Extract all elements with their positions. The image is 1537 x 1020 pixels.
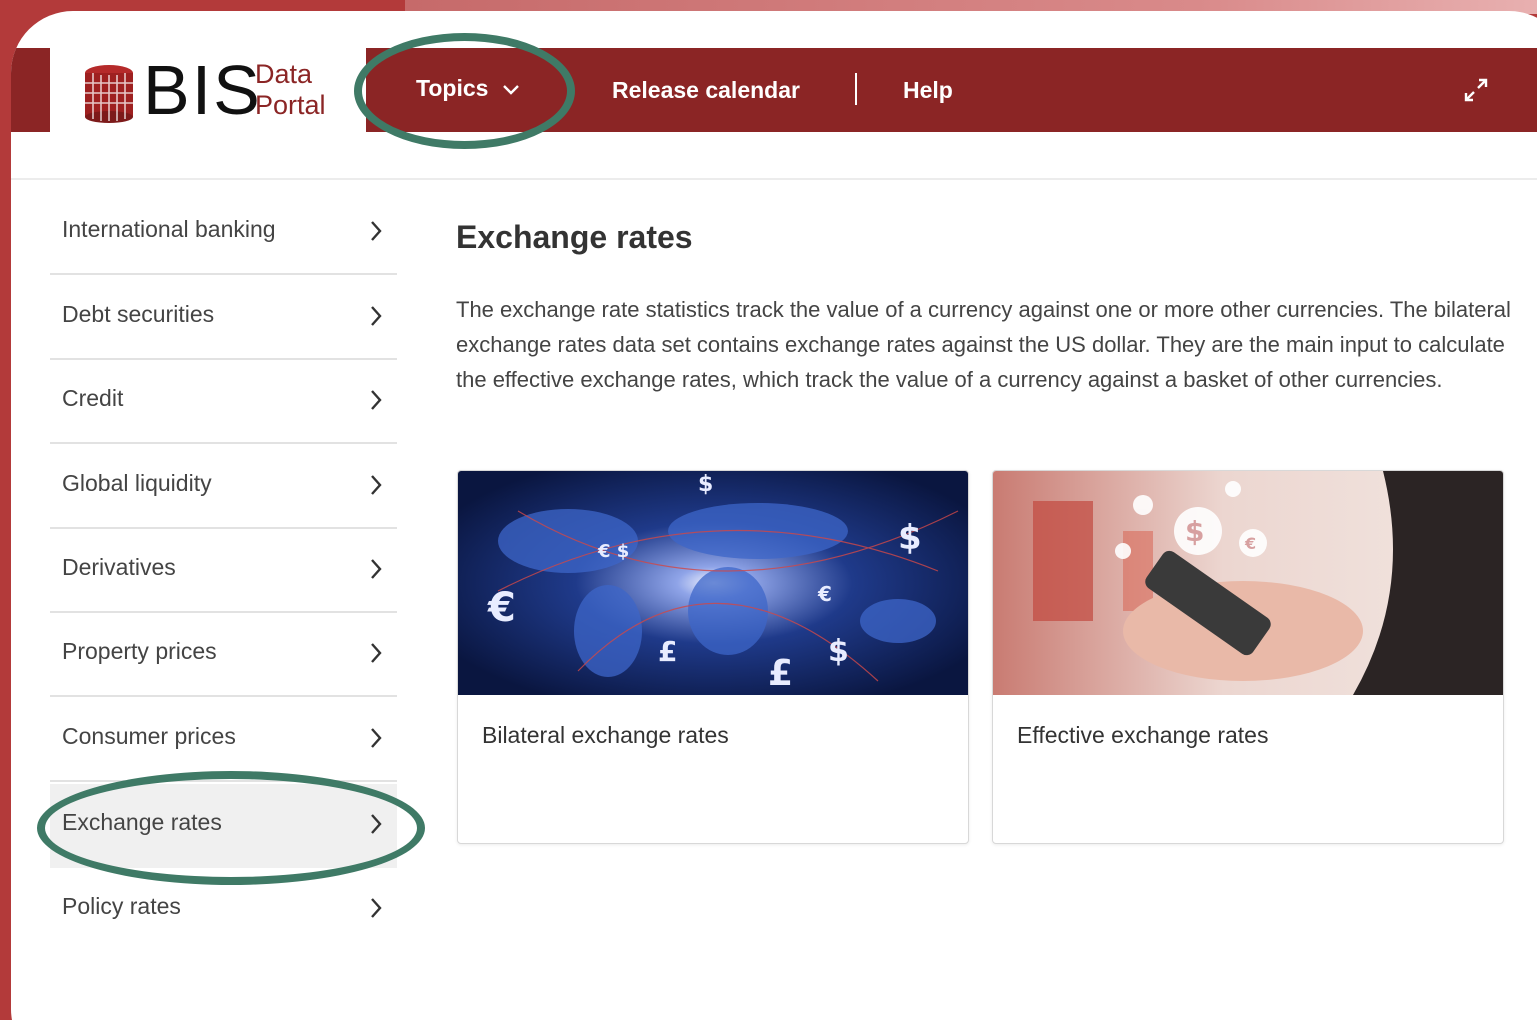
sidebar-item-property-prices[interactable]: Property prices (50, 613, 397, 697)
sidebar-item-global-liquidity[interactable]: Global liquidity (50, 445, 397, 529)
nav-help-link[interactable]: Help (903, 75, 953, 105)
sidebar-item-label: International banking (62, 216, 276, 242)
svg-text:£: £ (658, 635, 677, 668)
page-title: Exchange rates (456, 219, 693, 255)
svg-text:€: € (817, 582, 832, 606)
sidebar-item-derivatives[interactable]: Derivatives (50, 529, 397, 613)
sidebar-item-label: Global liquidity (62, 470, 212, 496)
svg-text:$: $ (1185, 515, 1204, 548)
svg-text:€ $: € $ (597, 541, 629, 562)
nav-separator (855, 73, 857, 105)
sidebar-item-label: Credit (62, 385, 124, 411)
sidebar-item-label: Policy rates (62, 893, 181, 919)
effective-exchange-rates-tile[interactable]: $ € Effective exchange rates (992, 470, 1504, 844)
svg-text:$: $ (698, 472, 713, 497)
sidebar-item-label: Derivatives (62, 554, 176, 580)
nav-release-calendar-link[interactable]: Release calendar (612, 75, 800, 105)
sidebar-item-consumer-prices[interactable]: Consumer prices (50, 698, 397, 782)
chevron-right-icon (371, 475, 382, 495)
chevron-right-icon (371, 390, 382, 410)
chevron-right-icon (371, 559, 382, 579)
svg-text:$: $ (828, 634, 849, 669)
exchange-rates-highlight-ring (37, 771, 425, 885)
chevron-right-icon (371, 643, 382, 663)
chevron-right-icon (371, 898, 382, 918)
sidebar-item-label: Property prices (62, 638, 217, 664)
bis-logo-icon (85, 65, 133, 123)
sidebar-item-label: Debt securities (62, 301, 215, 327)
page-description: The exchange rate statistics track the v… (456, 297, 1511, 392)
svg-text:£: £ (768, 653, 793, 694)
expand-icon[interactable] (1463, 77, 1489, 103)
tile-label: Effective exchange rates (1017, 722, 1269, 748)
sidebar-item-debt-securities[interactable]: Debt securities (50, 276, 397, 360)
topics-highlight-ring (354, 33, 575, 149)
svg-text:€: € (1244, 534, 1256, 553)
header-divider (11, 178, 1537, 180)
logo[interactable]: BIS Data Portal (50, 41, 366, 151)
chevron-right-icon (371, 306, 382, 326)
chevron-right-icon (371, 728, 382, 748)
sidebar-item-label: Consumer prices (62, 723, 236, 749)
svg-text:€: € (487, 585, 516, 631)
logo-brand: BIS (143, 51, 262, 129)
svg-text:$: $ (898, 518, 922, 558)
sidebar-item-credit[interactable]: Credit (50, 360, 397, 444)
sidebar-item-international-banking[interactable]: International banking (50, 191, 397, 275)
portal-window: BIS Data Portal Topics Release calendar … (11, 11, 1537, 1020)
world-currency-image: € $ $ £ £ $ € $ € (458, 471, 968, 695)
chevron-right-icon (371, 221, 382, 241)
tile-label: Bilateral exchange rates (482, 722, 729, 748)
logo-subtitle: Data Portal (255, 59, 326, 120)
bilateral-exchange-rates-tile[interactable]: € $ $ £ £ $ € $ € Bilateral exchange rat… (457, 470, 969, 844)
phone-currency-image: $ € (993, 471, 1503, 695)
